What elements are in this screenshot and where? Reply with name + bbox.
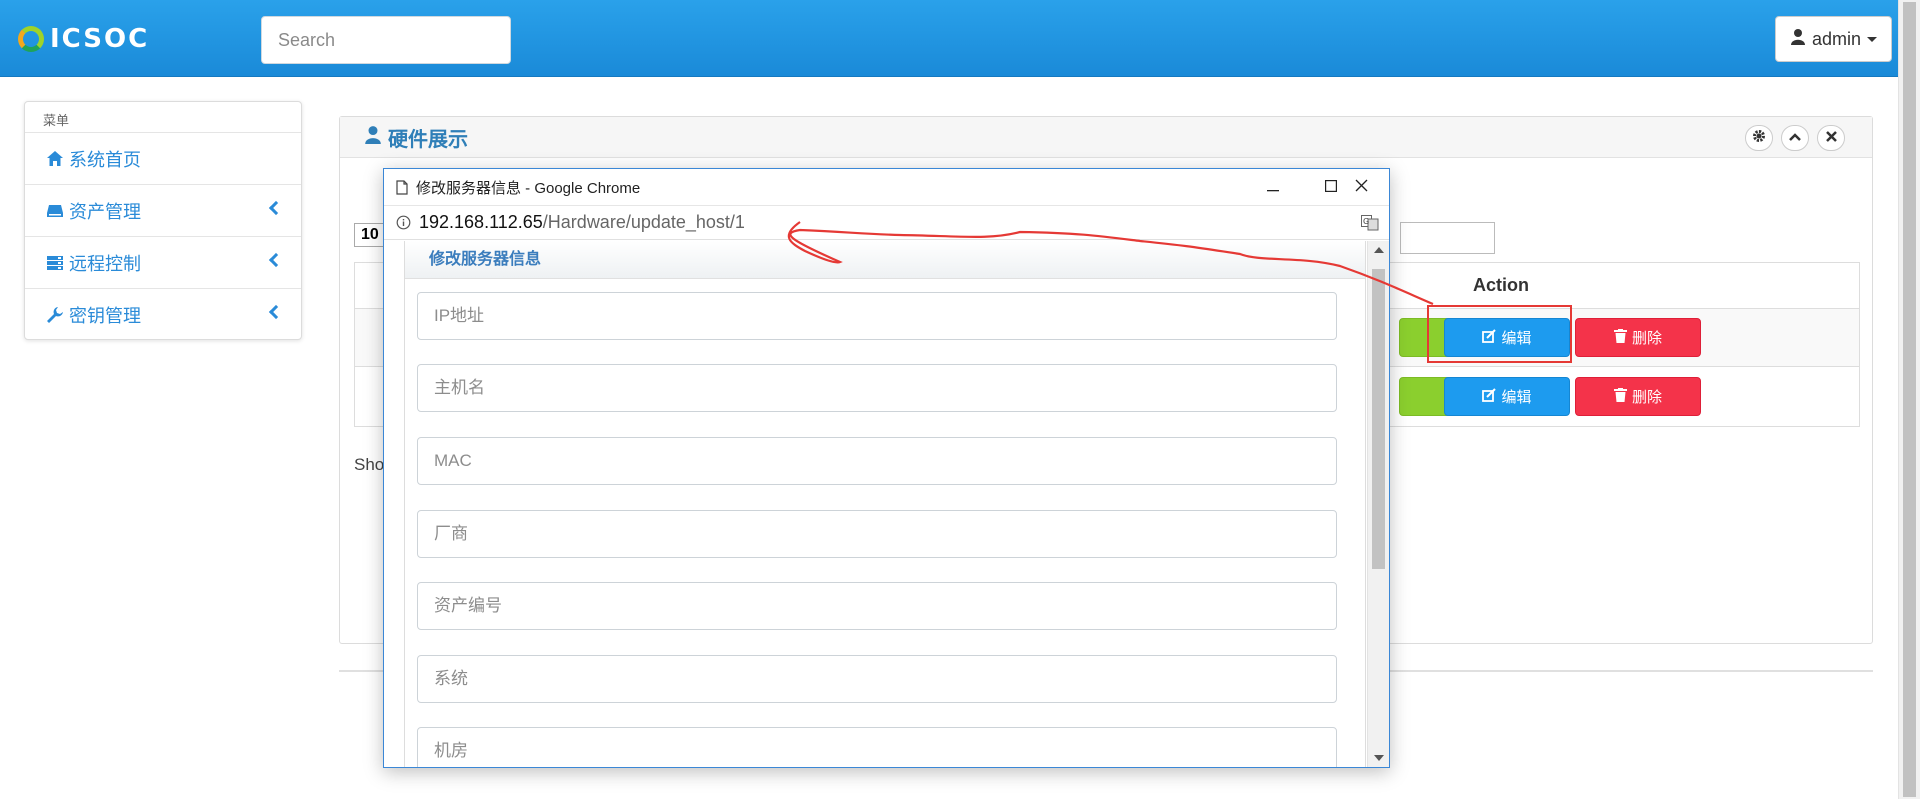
sidebar-item-label: 系统首页 bbox=[69, 149, 141, 170]
form-title: 修改服务器信息 bbox=[405, 241, 1365, 279]
user-name: admin bbox=[1811, 28, 1862, 49]
page-icon bbox=[396, 179, 408, 195]
panel-title: 硬件展示 bbox=[388, 128, 468, 151]
info-icon bbox=[396, 215, 411, 230]
table-search-input[interactable] bbox=[1400, 222, 1495, 254]
sidebar-item-label: 远程控制 bbox=[69, 253, 141, 274]
sidebar-heading: 菜单 bbox=[25, 102, 301, 133]
delete-label: 删除 bbox=[1631, 389, 1662, 406]
window-title: 修改服务器信息 - Google Chrome bbox=[416, 179, 641, 197]
url-path: /Hardware/update_host/1 bbox=[542, 212, 745, 232]
caret-down-icon bbox=[1867, 36, 1878, 42]
translate-icon[interactable]: G bbox=[1361, 215, 1379, 231]
sidebar-item-remote[interactable]: 远程控制 bbox=[25, 237, 301, 289]
panel-settings-button[interactable] bbox=[1745, 125, 1773, 151]
server-icon bbox=[45, 254, 65, 272]
annotation-highlight-box bbox=[1427, 305, 1572, 363]
address-bar[interactable]: 192.168.112.65/Hardware/update_host/1 G bbox=[384, 206, 1389, 240]
logo-mark-icon bbox=[18, 26, 44, 52]
gear-icon bbox=[1752, 129, 1766, 148]
home-icon bbox=[45, 150, 65, 168]
wrench-icon bbox=[45, 306, 65, 324]
panel-close-button[interactable] bbox=[1817, 125, 1845, 151]
sidebar-item-home[interactable]: 系统首页 bbox=[25, 133, 301, 185]
chevron-up-icon bbox=[1789, 129, 1801, 147]
url-host: 192.168.112.65 bbox=[419, 212, 543, 232]
window-titlebar[interactable]: 修改服务器信息 - Google Chrome bbox=[384, 169, 1389, 206]
minimize-icon bbox=[1267, 179, 1279, 196]
screen: ICSOC admin 菜单 系统首页 资产管理 bbox=[0, 0, 1920, 799]
sidebar-item-keys[interactable]: 密钥管理 bbox=[25, 289, 301, 341]
panel-collapse-button[interactable] bbox=[1781, 125, 1809, 151]
delete-button[interactable]: 删除 bbox=[1575, 377, 1701, 416]
mac-field[interactable] bbox=[417, 437, 1337, 485]
trash-icon bbox=[1613, 387, 1627, 406]
search-input[interactable] bbox=[261, 16, 511, 64]
popup-scrollbar[interactable] bbox=[1367, 241, 1389, 767]
page-scrollbar-thumb[interactable] bbox=[1903, 2, 1916, 797]
panel-header: 硬件展示 bbox=[340, 117, 1872, 158]
popup-form: 修改服务器信息 bbox=[404, 241, 1366, 767]
sidebar-menu: 菜单 系统首页 资产管理 远程控制 密钥管理 bbox=[24, 101, 302, 340]
page-scrollbar[interactable] bbox=[1898, 0, 1920, 799]
window-close-button[interactable] bbox=[1332, 169, 1390, 206]
svg-text:G: G bbox=[1363, 217, 1369, 226]
edit-icon bbox=[1482, 387, 1497, 406]
sidebar-item-label: 密钥管理 bbox=[69, 306, 141, 326]
asset-number-field[interactable] bbox=[417, 582, 1337, 630]
ip-address-field[interactable] bbox=[417, 292, 1337, 340]
os-field[interactable] bbox=[417, 655, 1337, 703]
action-column-header: Action bbox=[1473, 275, 1529, 295]
sidebar-item-label: 资产管理 bbox=[69, 201, 141, 222]
drive-icon bbox=[45, 202, 65, 220]
minimize-button[interactable] bbox=[1244, 169, 1302, 206]
chevron-left-icon bbox=[268, 200, 284, 216]
user-menu-button[interactable]: admin bbox=[1775, 16, 1892, 62]
table-info-text: Sho bbox=[354, 455, 385, 474]
edit-button[interactable]: 编辑 bbox=[1444, 377, 1570, 416]
popup-scrollbar-thumb[interactable] bbox=[1372, 269, 1385, 569]
url-text: 192.168.112.65/Hardware/update_host/1 bbox=[419, 212, 745, 233]
popup-browser-window: 修改服务器信息 - Google Chrome 192.168.112.65/H… bbox=[383, 168, 1390, 768]
delete-label: 删除 bbox=[1631, 330, 1662, 347]
user-icon bbox=[364, 125, 382, 149]
logo-text: ICSOC bbox=[50, 24, 150, 54]
datacenter-field[interactable] bbox=[417, 727, 1337, 767]
top-navbar: ICSOC admin bbox=[0, 0, 1898, 77]
user-icon bbox=[1790, 28, 1806, 50]
logo[interactable]: ICSOC bbox=[18, 22, 149, 56]
delete-button[interactable]: 删除 bbox=[1575, 318, 1701, 357]
chevron-left-icon bbox=[268, 252, 284, 268]
trash-icon bbox=[1613, 328, 1627, 347]
close-icon bbox=[1355, 179, 1368, 196]
scroll-up-icon[interactable] bbox=[1374, 247, 1384, 253]
vendor-field[interactable] bbox=[417, 510, 1337, 558]
edit-label: 编辑 bbox=[1501, 389, 1532, 406]
scroll-down-icon[interactable] bbox=[1374, 755, 1384, 761]
sidebar-item-asset[interactable]: 资产管理 bbox=[25, 185, 301, 237]
close-icon bbox=[1825, 129, 1837, 147]
hostname-field[interactable] bbox=[417, 364, 1337, 412]
chevron-left-icon bbox=[268, 304, 284, 320]
